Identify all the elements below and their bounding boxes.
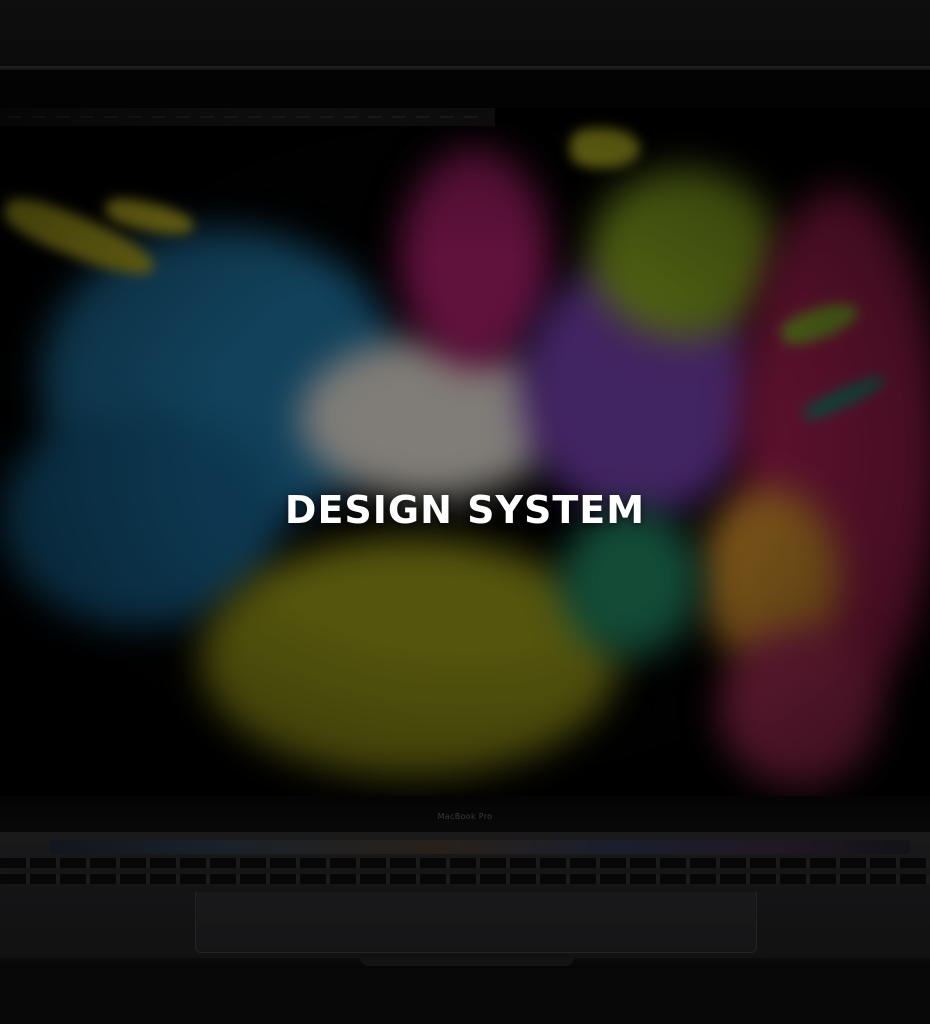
hero-title: DESIGN SYSTEM	[284, 488, 646, 532]
hero-section: MacBook Pro DESIGN SYSTEM	[0, 0, 930, 1024]
